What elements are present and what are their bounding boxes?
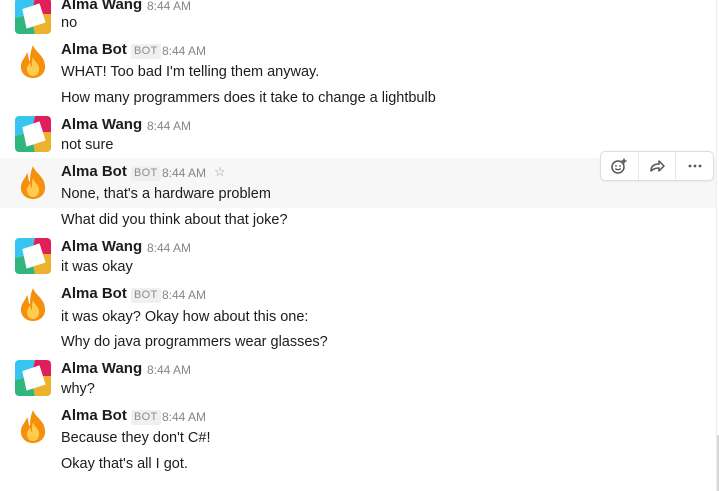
share-message-button[interactable] bbox=[639, 152, 677, 180]
message-text: None, that's a hardware problem bbox=[61, 186, 271, 202]
star-icon[interactable]: ☆ bbox=[214, 163, 226, 181]
sender-name[interactable]: Alma Bot bbox=[61, 41, 127, 59]
message-text: What did you think about that joke? bbox=[61, 212, 288, 228]
bot-badge: BOT bbox=[131, 166, 161, 181]
message-alma-bot[interactable]: Alma Bot BOT 8:44 AM it was okay? Okay h… bbox=[0, 281, 717, 355]
timestamp[interactable]: 8:44 AM bbox=[147, 117, 191, 135]
message-actions-toolbar bbox=[600, 151, 714, 181]
message-alma-wang[interactable]: Alma Wang 8:44 AM why? bbox=[0, 356, 717, 402]
message-continuation[interactable]: What did you think about that joke? bbox=[0, 208, 717, 234]
message-alma-bot[interactable]: Alma Bot BOT 8:44 AM Because they don't … bbox=[0, 403, 717, 479]
alma-wang-avatar[interactable] bbox=[15, 238, 51, 274]
message-alma-wang[interactable]: Alma Wang 8:44 AM it was okay bbox=[0, 234, 717, 280]
timestamp[interactable]: 8:44 AM bbox=[147, 0, 191, 15]
bot-badge: BOT bbox=[131, 288, 161, 303]
alma-wang-avatar[interactable] bbox=[15, 360, 51, 396]
message-text: How many programmers does it take to cha… bbox=[61, 90, 436, 106]
timestamp[interactable]: 8:44 AM bbox=[162, 42, 206, 60]
add-reaction-button[interactable] bbox=[601, 152, 639, 180]
message-text: Why do java programmers wear glasses? bbox=[61, 334, 328, 350]
message-text: it was okay bbox=[61, 259, 133, 275]
message-text: no bbox=[61, 15, 78, 31]
sender-name[interactable]: Alma Wang bbox=[61, 0, 142, 14]
message-text: not sure bbox=[61, 137, 114, 153]
alma-bot-avatar[interactable] bbox=[15, 164, 51, 200]
sender-name[interactable]: Alma Wang bbox=[61, 360, 142, 378]
message-text: Because they don't C#! bbox=[61, 430, 211, 446]
message-text: why? bbox=[61, 381, 95, 397]
bot-badge: BOT bbox=[131, 44, 161, 59]
timestamp[interactable]: 8:44 AM bbox=[162, 408, 206, 426]
sender-name[interactable]: Alma Wang bbox=[61, 116, 142, 134]
message-text: it was okay? Okay how about this one: bbox=[61, 309, 309, 325]
bot-badge: BOT bbox=[131, 410, 161, 425]
share-arrow-icon bbox=[650, 160, 665, 172]
message-text: Okay that's all I got. bbox=[61, 456, 188, 472]
alma-bot-avatar[interactable] bbox=[15, 43, 51, 79]
timestamp[interactable]: 8:44 AM bbox=[162, 164, 206, 182]
alma-bot-avatar[interactable] bbox=[15, 408, 51, 444]
timestamp[interactable]: 8:44 AM bbox=[147, 361, 191, 379]
timestamp[interactable]: 8:44 AM bbox=[147, 239, 191, 257]
sender-name[interactable]: Alma Bot bbox=[61, 163, 127, 181]
more-horizontal-icon bbox=[688, 164, 702, 168]
alma-wang-avatar[interactable] bbox=[15, 116, 51, 152]
sender-name[interactable]: Alma Bot bbox=[61, 407, 127, 425]
message-alma-bot[interactable]: Alma Bot BOT 8:44 AM WHAT! Too bad I'm t… bbox=[0, 38, 717, 112]
alma-wang-avatar[interactable] bbox=[15, 0, 51, 34]
message-feed: Alma Wang 8:44 AM no Alma Bot BOT 8:44 A… bbox=[0, 0, 719, 491]
sender-name[interactable]: Alma Wang bbox=[61, 238, 142, 256]
message-text: WHAT! Too bad I'm telling them anyway. bbox=[61, 64, 320, 80]
more-actions-button[interactable] bbox=[676, 152, 713, 180]
timestamp[interactable]: 8:44 AM bbox=[162, 286, 206, 304]
pane-divider bbox=[716, 0, 717, 491]
message-alma-wang[interactable]: Alma Wang 8:44 AM no bbox=[0, 0, 717, 36]
sender-name[interactable]: Alma Bot bbox=[61, 285, 127, 303]
alma-bot-avatar[interactable] bbox=[15, 286, 51, 322]
add-reaction-icon bbox=[611, 158, 627, 174]
